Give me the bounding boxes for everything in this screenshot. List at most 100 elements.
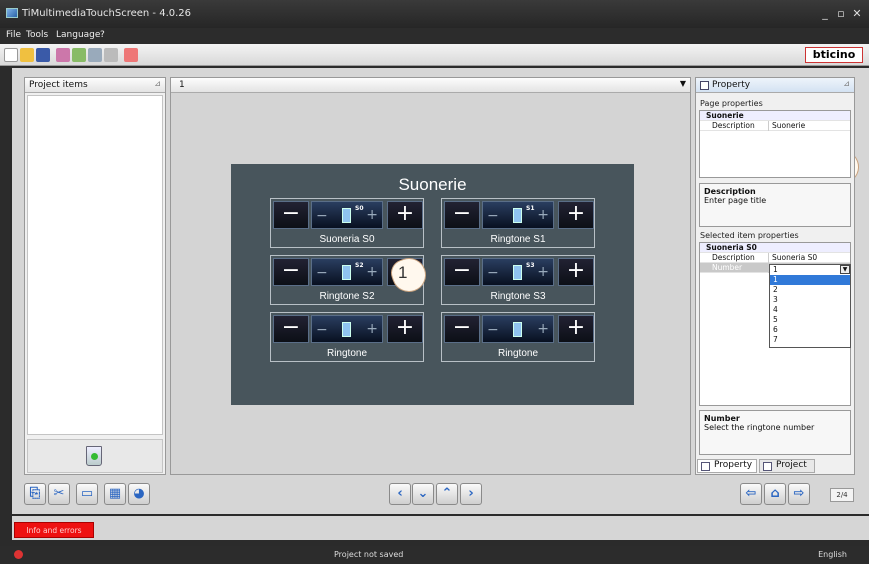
device-icon[interactable] [104, 48, 118, 62]
dropdown-option[interactable]: 6 [770, 325, 850, 335]
chevron-down-icon[interactable]: ▼ [680, 79, 686, 88]
number-dropdown-list[interactable]: 11234567 [769, 264, 851, 348]
tile-label: Ringtone S1 [490, 234, 546, 245]
status-message: Project not saved [334, 550, 404, 559]
palette-icon[interactable]: ◕ [128, 483, 150, 505]
plus-button[interactable]: + [558, 258, 594, 286]
callout-1: 1 [398, 263, 408, 282]
dropdown-option[interactable]: 3 [770, 295, 850, 305]
close-icon[interactable]: ✕ [850, 7, 864, 20]
screen-title: Suonerie [398, 175, 467, 194]
arrow-right-icon[interactable]: › [460, 483, 482, 505]
number-help-box: Number Select the ringtone number [699, 410, 851, 455]
transfer-icon[interactable] [56, 48, 70, 62]
menu-file[interactable]: File [6, 30, 21, 40]
plus-button[interactable]: + [558, 315, 594, 343]
options-icon[interactable] [124, 48, 138, 62]
ringtone-icon: − + [311, 315, 383, 343]
grid-icon[interactable]: ▦ [104, 483, 126, 505]
ringtone-icon: − S0 + [311, 201, 383, 229]
status-bar: Project not saved English [0, 546, 869, 564]
dropdown-option[interactable]: 2 [770, 285, 850, 295]
tile-label: Suoneria S0 [319, 234, 375, 245]
arrow-left-icon[interactable]: ‹ [389, 483, 411, 505]
window-title: TiMultimediaTouchScreen - 4.0.26 [22, 8, 192, 19]
pin-icon[interactable]: ⊿ [154, 79, 161, 88]
ringtone-tile[interactable]: − − S0 + + Suoneria S0 [270, 198, 424, 248]
tile-label: Ringtone [326, 348, 368, 359]
tile-label: Ringtone S2 [319, 291, 375, 302]
ringtone-icon: − S3 + [482, 258, 554, 286]
selected-item-label: Selected item properties [700, 231, 799, 240]
chevron-down-icon[interactable]: ▼ [840, 265, 850, 274]
description-row[interactable]: Description Suoneria S0 [700, 253, 850, 263]
minus-button[interactable]: − [444, 258, 480, 286]
page-number: 1 [179, 80, 185, 90]
dropdown-option[interactable]: 5 [770, 315, 850, 325]
window-titlebar: TiMultimediaTouchScreen - 4.0.26 _ ▫ ✕ [0, 0, 869, 28]
project-items-list[interactable] [27, 95, 163, 435]
brand-logo: bticino [805, 47, 863, 63]
ringtone-tile[interactable]: − − + + Ringtone [270, 312, 424, 362]
dropdown-option[interactable]: 7 [770, 335, 850, 345]
dropdown-option[interactable]: 4 [770, 305, 850, 315]
cut-icon[interactable]: ✂ [48, 483, 70, 505]
page-properties-label: Page properties [700, 99, 763, 108]
page-help-box: Description Enter page title [699, 183, 851, 227]
page-editor: 1 ▼ Suonerie − − S0 + + Suoneria S0− − S1 + + Ring… [170, 77, 691, 475]
minus-button[interactable]: − [273, 258, 309, 286]
menu-tools[interactable]: Tools [26, 30, 48, 40]
page-properties-grid: Suonerie Description Suonerie [699, 110, 851, 178]
ringtone-tile[interactable]: − − S3 + + Ringtone S3 [441, 255, 595, 305]
save-icon[interactable] [36, 48, 50, 62]
pin-icon[interactable]: ⊿ [843, 79, 850, 88]
tile-label: Ringtone S3 [490, 291, 546, 302]
description-value[interactable]: Suonerie [772, 121, 805, 130]
tab-project[interactable]: Project [759, 459, 815, 473]
forward-icon[interactable]: ⇨ [788, 483, 810, 505]
plus-button[interactable]: + [558, 201, 594, 229]
paste-icon[interactable]: ▭ [76, 483, 98, 505]
plus-button[interactable]: + [387, 315, 423, 343]
minimize-icon[interactable]: _ [818, 7, 832, 20]
arrow-down-icon[interactable]: ⌄ [412, 483, 434, 505]
open-icon[interactable] [20, 48, 34, 62]
dropdown-option[interactable]: 1 [770, 265, 850, 275]
minus-button[interactable]: − [273, 315, 309, 343]
back-icon[interactable]: ⇦ [740, 483, 762, 505]
copy-icon[interactable]: ⎘ [24, 483, 46, 505]
info-errors-tab[interactable]: Info and errors [14, 522, 94, 538]
property-title: Property [712, 80, 751, 90]
ringtone-tile[interactable]: − − + + Ringtone [441, 312, 595, 362]
description-row[interactable]: Description Suonerie [700, 121, 850, 131]
page-selector[interactable]: 1 ▼ [171, 78, 690, 93]
minus-button[interactable]: − [273, 201, 309, 229]
group-header: Suoneria S0 [700, 243, 850, 253]
project-items-title: Project items [29, 80, 88, 90]
errors-strip [12, 516, 869, 540]
project-items-header: Project items ⊿ [25, 78, 165, 93]
receive-icon[interactable] [72, 48, 86, 62]
minus-button[interactable]: − [444, 201, 480, 229]
app-icon [6, 8, 18, 18]
tile-label: Ringtone [497, 348, 539, 359]
tab-property[interactable]: Property [697, 459, 757, 473]
tool-icon[interactable] [88, 48, 102, 62]
maximize-icon[interactable]: ▫ [834, 7, 848, 20]
property-icon [700, 81, 709, 90]
menu-bar: File Tools Language ? [0, 28, 869, 44]
dropdown-option[interactable]: 1 [770, 275, 850, 285]
home-icon[interactable]: ⌂ [764, 483, 786, 505]
ringtone-icon: − S2 + [311, 258, 383, 286]
minus-button[interactable]: − [444, 315, 480, 343]
trash-icon[interactable] [86, 446, 102, 466]
trash-area[interactable] [27, 439, 163, 473]
ringtone-tile[interactable]: − − S1 + + Ringtone S1 [441, 198, 595, 248]
plus-button[interactable]: + [387, 201, 423, 229]
menu-language[interactable]: Language [56, 30, 100, 40]
menu-help[interactable]: ? [100, 30, 105, 40]
arrow-up-icon[interactable]: ⌃ [436, 483, 458, 505]
touchscreen-preview: Suonerie − − S0 + + Suoneria S0− − S1 + + Ringtone… [231, 164, 634, 405]
new-icon[interactable] [4, 48, 18, 62]
toolbar: bticino [0, 44, 869, 66]
